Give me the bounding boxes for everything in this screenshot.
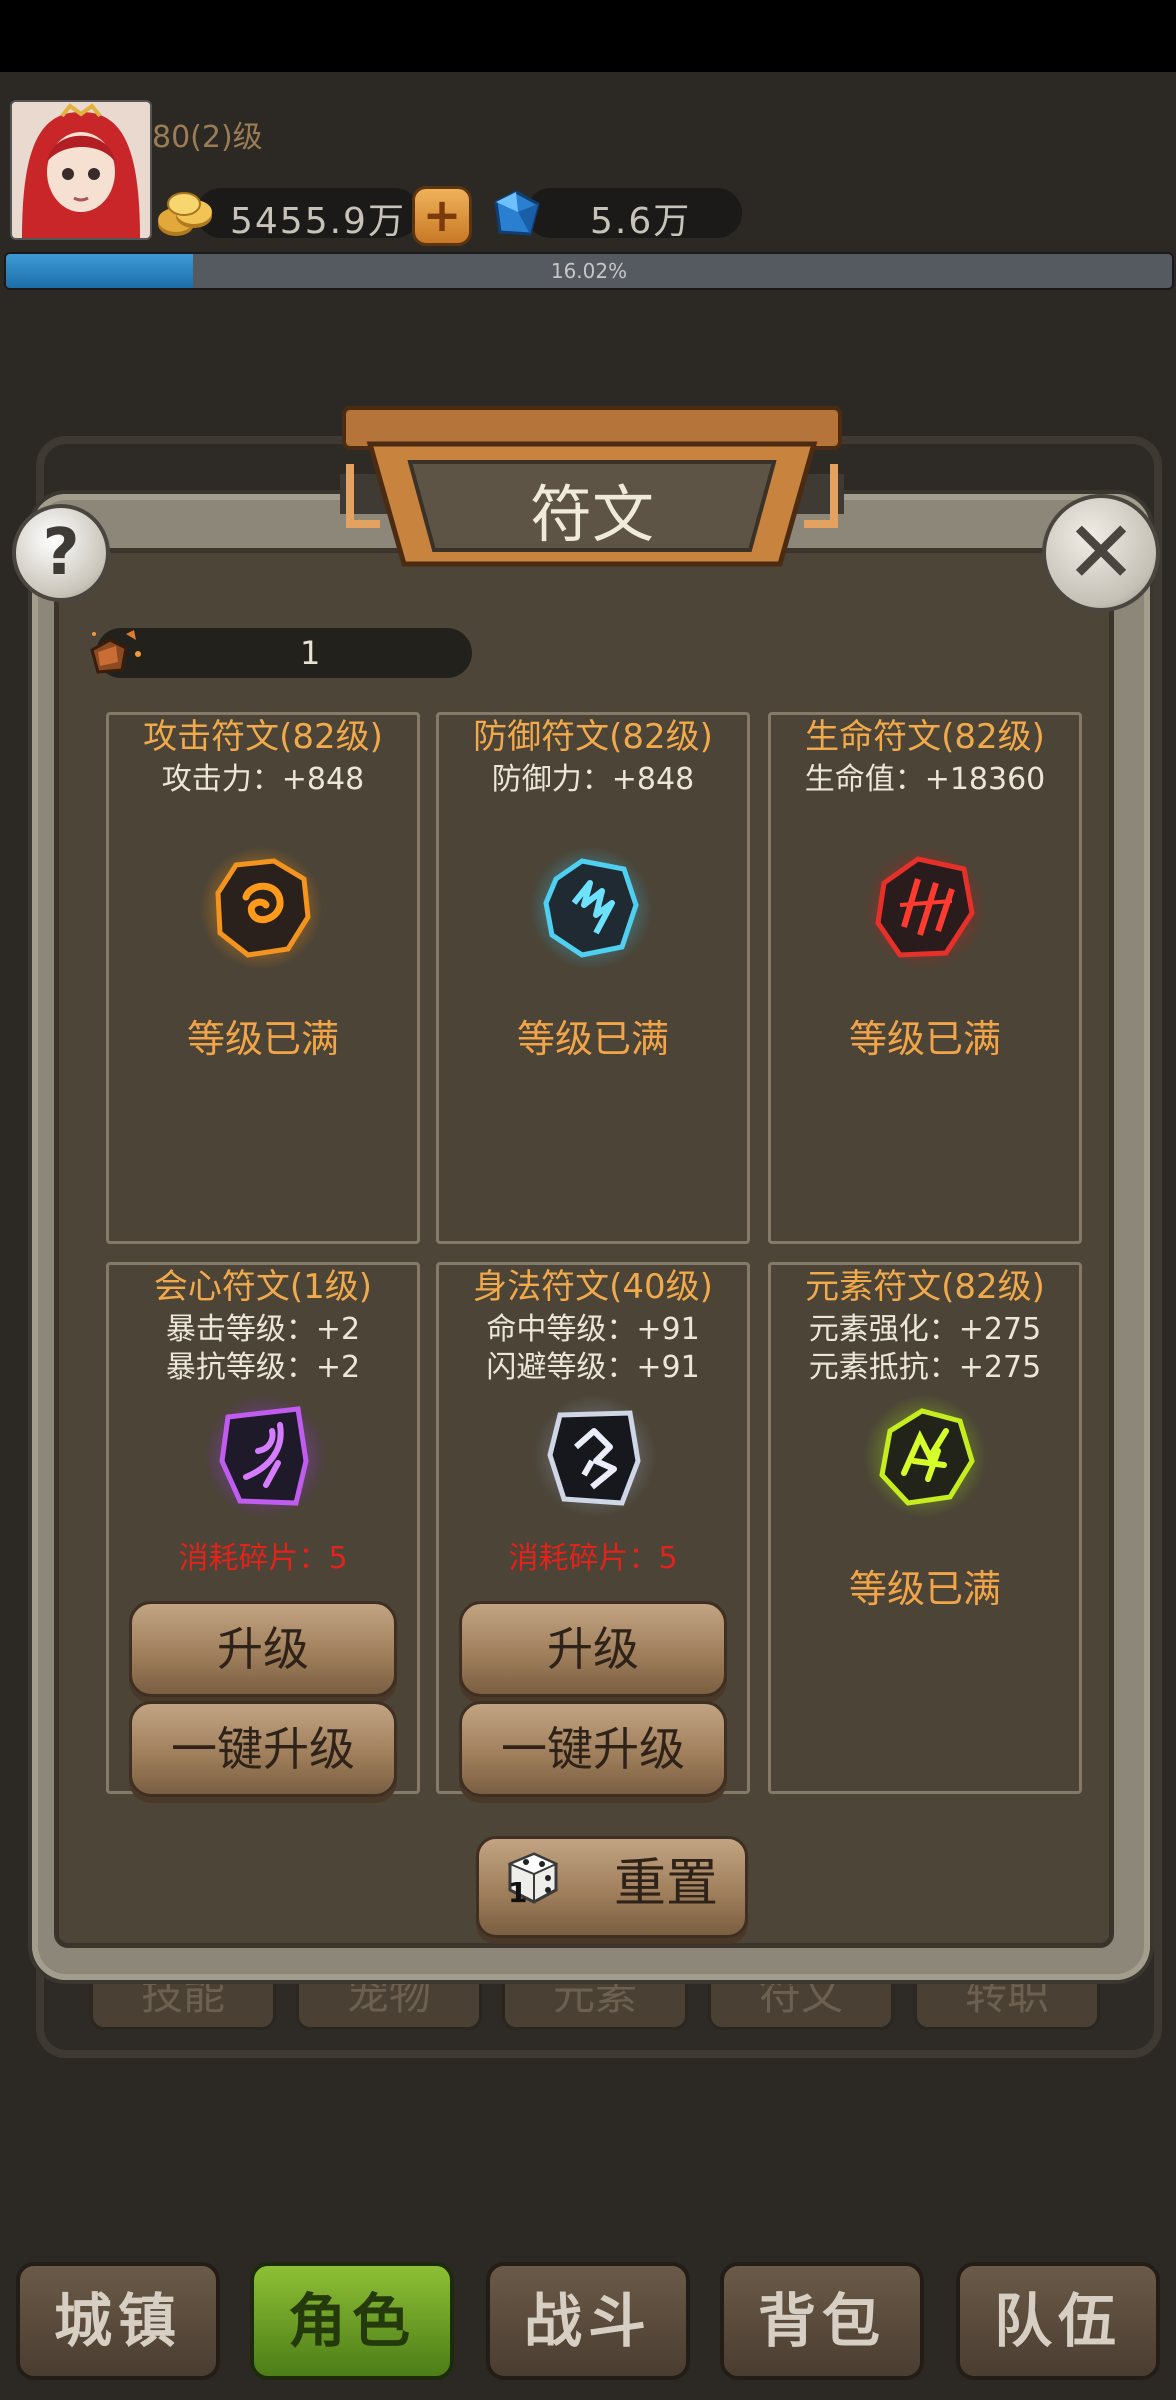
attack-rune-icon	[196, 843, 326, 973]
rune-title: 身法符文(40级)	[473, 1267, 713, 1307]
rune-stat: 暴抗等级：+2	[165, 1350, 361, 1385]
nav-label: 战斗	[523, 2287, 652, 2355]
exp-progress-text: 16.02%	[550, 259, 628, 283]
rune-card-attack: 攻击符文(82级) 攻击力：+848 等级已满	[106, 712, 420, 1244]
rune-stat: 防御力：+848	[491, 762, 695, 797]
rune-max-level-text: 等级已满	[516, 1017, 669, 1061]
nav-label: 城镇	[53, 2287, 182, 2355]
upgrade-button[interactable]: 升级	[129, 1601, 397, 1697]
nav-label: 队伍	[993, 2287, 1122, 2355]
reset-label: 重置	[613, 1854, 718, 1914]
rune-max-level-text: 等级已满	[848, 1567, 1001, 1611]
player-level: 80(2)级	[152, 120, 263, 155]
upgrade-all-button[interactable]: 一键升级	[459, 1701, 727, 1797]
gem-amount: 5.6万	[590, 201, 692, 242]
nav-character[interactable]: 角色	[250, 2262, 454, 2380]
upgrade-all-button[interactable]: 一键升级	[129, 1701, 397, 1797]
nav-team[interactable]: 队伍	[956, 2262, 1160, 2380]
rune-upgrade-cost: 消耗碎片：5	[508, 1541, 678, 1576]
critical-rune-icon	[200, 1391, 330, 1521]
rune-stat: 生命值：+18360	[804, 762, 1046, 797]
rune-card-agility: 身法符文(40级) 命中等级：+91 闪避等级：+91 消耗碎片：5 升级 一键…	[436, 1262, 750, 1797]
gold-coin-icon	[156, 188, 214, 240]
gold-amount: 5455.9万	[230, 201, 406, 242]
agility-rune-icon	[530, 1391, 660, 1521]
add-gold-button[interactable]: +	[412, 186, 472, 246]
rune-card-critical: 会心符文(1级) 暴击等级：+2 暴抗等级：+2 消耗碎片：5 升级 一键升级	[106, 1262, 420, 1797]
status-bar	[0, 0, 1176, 72]
rune-title: 会心符文(1级)	[153, 1267, 373, 1307]
rune-title: 生命符文(82级)	[805, 717, 1045, 757]
element-rune-icon	[860, 1391, 990, 1521]
exp-progress-bar: 16.02%	[4, 252, 1174, 290]
nav-inventory[interactable]: 背包	[720, 2262, 924, 2380]
rune-title: 攻击符文(82级)	[143, 717, 383, 757]
upgrade-button[interactable]: 升级	[459, 1601, 727, 1697]
rune-max-level-text: 等级已满	[848, 1017, 1001, 1061]
nav-label: 背包	[757, 2287, 886, 2355]
player-avatar[interactable]	[10, 100, 152, 240]
shard-count: 1	[300, 634, 321, 672]
close-button[interactable]: ✕	[1042, 494, 1160, 612]
nav-town[interactable]: 城镇	[16, 2262, 220, 2380]
gem-icon	[486, 188, 542, 240]
dice-count: 1	[508, 1876, 528, 1909]
rune-card-element: 元素符文(82级) 元素强化：+275 元素抵抗：+275 等级已满	[768, 1262, 1082, 1794]
help-button[interactable]: ?	[12, 504, 110, 602]
rune-title: 防御符文(82级)	[473, 717, 713, 757]
life-rune-icon	[860, 843, 990, 973]
rune-stat: 元素强化：+275	[808, 1312, 1042, 1347]
nav-battle[interactable]: 战斗	[486, 2262, 690, 2380]
rune-max-level-text: 等级已满	[186, 1017, 339, 1061]
game-screen: 80(2)级 5455.9万 + 5.6万 16.02% 技能 宠物 元素 符文…	[0, 0, 1176, 2400]
rune-stat: 元素抵抗：+275	[808, 1350, 1042, 1385]
rune-card-defense: 防御符文(82级) 防御力：+848 等级已满	[436, 712, 750, 1244]
nav-label: 角色	[287, 2287, 416, 2355]
rune-card-life: 生命符文(82级) 生命值：+18360 等级已满	[768, 712, 1082, 1244]
rune-upgrade-cost: 消耗碎片：5	[178, 1541, 348, 1576]
rune-stat: 闪避等级：+91	[486, 1350, 700, 1385]
dialog-title: 符文	[529, 478, 654, 551]
rune-stat: 命中等级：+91	[486, 1312, 700, 1347]
rune-stat: 攻击力：+848	[161, 762, 365, 797]
rune-stat: 暴击等级：+2	[165, 1312, 361, 1347]
rune-shard-icon	[86, 620, 146, 680]
rune-title: 元素符文(82级)	[805, 1267, 1045, 1307]
defense-rune-icon	[526, 843, 656, 973]
shard-counter-bar	[96, 628, 472, 678]
